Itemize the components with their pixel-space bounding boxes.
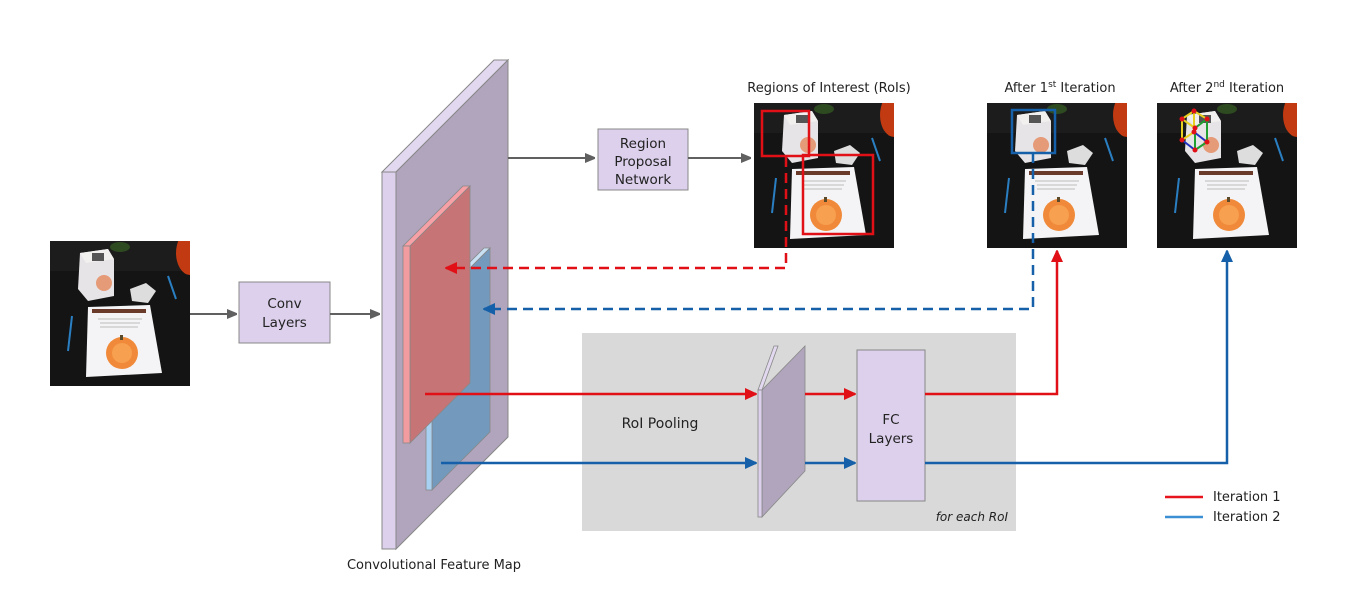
for-each-roi-note: for each RoI: [936, 510, 1009, 524]
fc-layers-label-1: FC: [882, 412, 899, 428]
after-2nd-iteration-label: After 2nd Iteration: [1170, 80, 1284, 96]
rpn-label-2: Proposal: [614, 154, 671, 170]
legend-label-iteration-2: Iteration 2: [1213, 510, 1281, 525]
conv-layers-label-1: Conv: [267, 296, 301, 312]
rois-image: [754, 103, 894, 248]
fc-layers-box: FC Layers: [856, 349, 926, 502]
after-2nd-iteration-image: [1157, 103, 1297, 248]
after-1st-iteration-image: [987, 103, 1127, 248]
input-image: [50, 241, 190, 386]
legend: Iteration 1 Iteration 2: [1165, 490, 1281, 525]
after-1st-iteration-label: After 1st Iteration: [1004, 80, 1115, 96]
feature-map-label: Convolutional Feature Map: [347, 558, 521, 573]
roi-pooling-label: RoI Pooling: [622, 416, 699, 432]
conv-layers-label-2: Layers: [262, 315, 307, 331]
region-proposal-network-box: Region Proposal Network: [597, 128, 689, 191]
conv-layers-box: Conv Layers: [238, 281, 331, 344]
rois-label: Regions of Interest (RoIs): [747, 81, 910, 96]
diagram-canvas: Conv Layers Convolutional Feature Map Re…: [50, 58, 1297, 573]
rpn-label-3: Network: [615, 172, 672, 188]
legend-label-iteration-1: Iteration 1: [1213, 490, 1281, 505]
rpn-label-1: Region: [620, 136, 666, 152]
fc-layers-label-2: Layers: [869, 431, 914, 447]
